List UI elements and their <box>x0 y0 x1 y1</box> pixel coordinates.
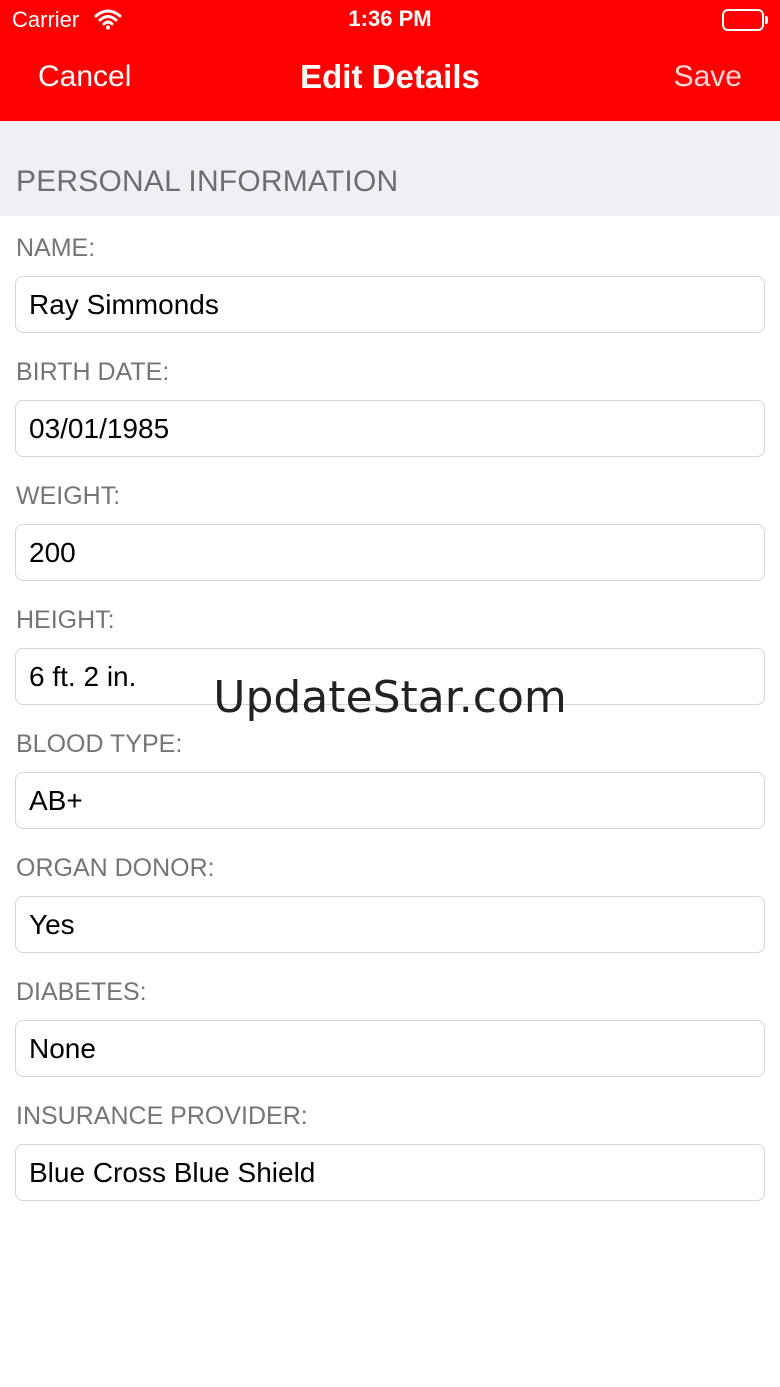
blood-type-label: BLOOD TYPE: <box>16 730 183 758</box>
height-label: HEIGHT: <box>16 606 115 634</box>
height-input[interactable] <box>15 648 765 705</box>
blood-type-input[interactable] <box>15 772 765 829</box>
name-label: NAME: <box>16 234 96 262</box>
top-bar: Carrier 1:36 PM Cancel Edit Details Save <box>0 0 780 121</box>
battery-full-icon <box>722 9 768 31</box>
navigation-bar: Cancel Edit Details Save <box>0 40 780 121</box>
diabetes-label: DIABETES: <box>16 978 147 1006</box>
height-field: HEIGHT: <box>0 588 780 712</box>
insurance-provider-field: INSURANCE PROVIDER: <box>0 1084 780 1208</box>
blood-type-field: BLOOD TYPE: <box>0 712 780 836</box>
section-title: PERSONAL INFORMATION <box>16 165 399 198</box>
birth-date-input[interactable] <box>15 400 765 457</box>
name-input[interactable] <box>15 276 765 333</box>
page-title: Edit Details <box>300 58 480 95</box>
organ-donor-field: ORGAN DONOR: <box>0 836 780 960</box>
name-field: NAME: <box>0 216 780 340</box>
birth-date-label: BIRTH DATE: <box>16 358 170 386</box>
diabetes-field: DIABETES: <box>0 960 780 1084</box>
section-header: PERSONAL INFORMATION <box>0 121 780 216</box>
weight-input[interactable] <box>15 524 765 581</box>
save-button[interactable]: Save <box>674 60 742 94</box>
weight-label: WEIGHT: <box>16 482 121 510</box>
insurance-provider-input[interactable] <box>15 1144 765 1201</box>
weight-field: WEIGHT: <box>0 464 780 588</box>
status-bar: Carrier 1:36 PM <box>0 0 780 40</box>
organ-donor-label: ORGAN DONOR: <box>16 854 215 882</box>
status-time: 1:36 PM <box>348 6 432 31</box>
organ-donor-input[interactable] <box>15 896 765 953</box>
insurance-provider-label: INSURANCE PROVIDER: <box>16 1102 308 1130</box>
birth-date-field: BIRTH DATE: <box>0 340 780 464</box>
diabetes-input[interactable] <box>15 1020 765 1077</box>
